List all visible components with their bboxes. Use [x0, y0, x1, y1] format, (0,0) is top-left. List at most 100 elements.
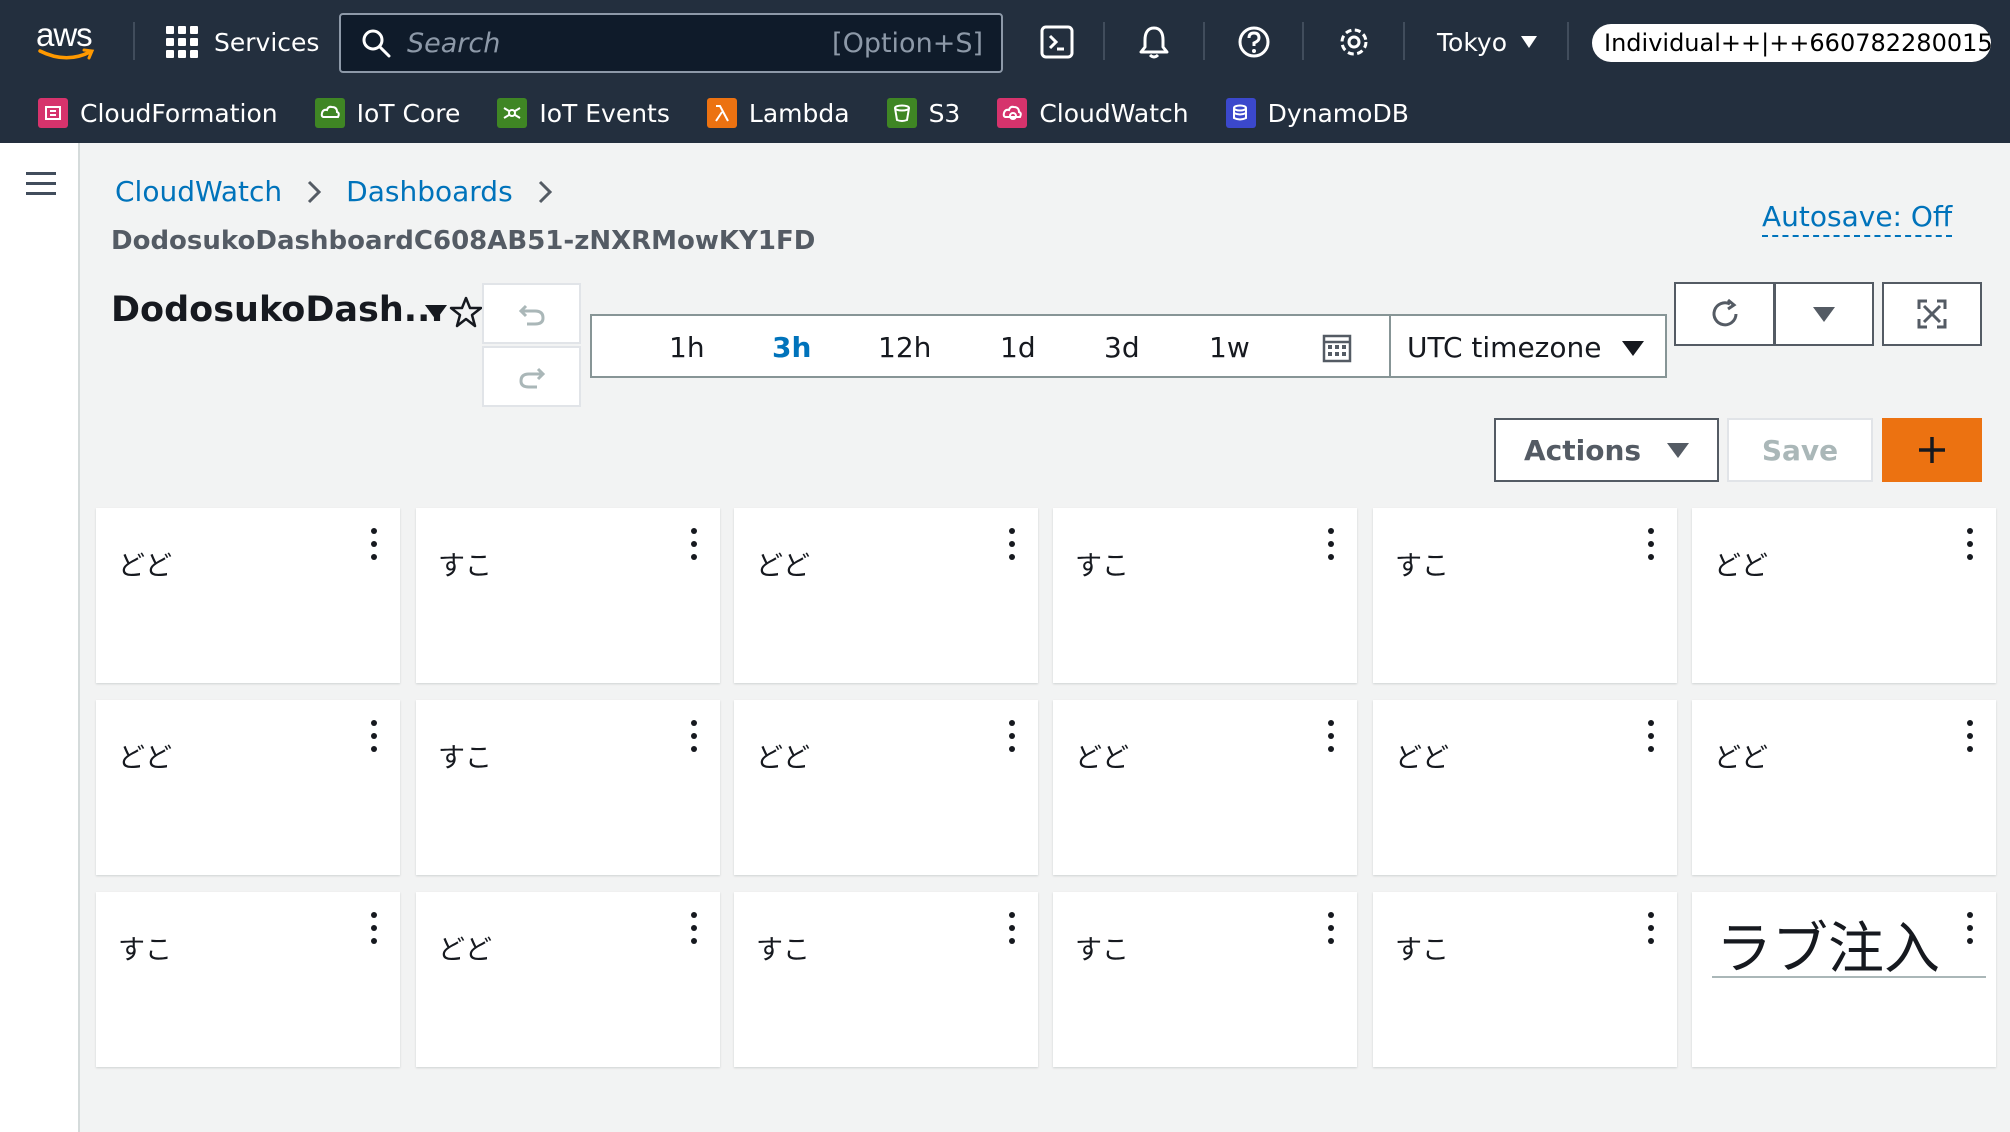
help-button[interactable] [1234, 22, 1274, 62]
dashboard-widget[interactable]: どど [734, 508, 1038, 683]
favorite-s3[interactable]: S3 [886, 98, 961, 128]
favorites-bar: CloudFormation IoT Core IoT Events Lambd… [0, 90, 1446, 136]
account-menu-button[interactable]: Individual++|++660782280015 [1592, 24, 1993, 62]
more-options-icon[interactable] [1966, 912, 1974, 944]
hamburger-menu-icon[interactable] [26, 172, 56, 198]
dashboard-widget[interactable]: どど [1692, 700, 1996, 875]
favorite-lambda[interactable]: Lambda [706, 98, 850, 128]
time-range-3d[interactable]: 3d [1104, 331, 1140, 364]
dashboard-widget[interactable]: どど [1692, 508, 1996, 683]
dashboard-widget[interactable]: どど [734, 700, 1038, 875]
add-widget-button[interactable] [1882, 418, 1982, 482]
actions-dropdown-button[interactable]: Actions [1494, 418, 1719, 482]
time-range-selector: 1h 3h 12h 1d 3d 1w UTC timezone [590, 314, 1667, 378]
calendar-icon[interactable] [1322, 333, 1352, 363]
more-options-icon[interactable] [370, 528, 378, 560]
dashboard-widget[interactable]: すこ [1053, 892, 1357, 1067]
breadcrumb-dashboards[interactable]: Dashboards [346, 175, 513, 208]
dashboard-widget[interactable]: すこ [416, 700, 720, 875]
time-range-1h[interactable]: 1h [669, 331, 705, 364]
more-options-icon[interactable] [1647, 912, 1655, 944]
widget-text: すこ [118, 935, 172, 966]
region-selector[interactable]: Tokyo [1437, 22, 1537, 62]
settings-button[interactable] [1334, 22, 1374, 62]
more-options-icon[interactable] [690, 528, 698, 560]
fullscreen-icon [1917, 299, 1947, 329]
favorite-label: Lambda [748, 98, 850, 128]
breadcrumb: CloudWatch Dashboards [115, 175, 577, 208]
widget-text: どど [1714, 743, 1768, 774]
more-options-icon[interactable] [370, 912, 378, 944]
search-input[interactable]: Search [Option+S] [339, 13, 1003, 73]
favorite-dynamodb[interactable]: DynamoDB [1225, 98, 1409, 128]
fullscreen-button[interactable] [1882, 282, 1982, 346]
dashboard-widget[interactable]: どど [1053, 700, 1357, 875]
time-range-12h[interactable]: 12h [878, 331, 931, 364]
more-options-icon[interactable] [1327, 528, 1335, 560]
nav-primary-row: aws Services Search [Option+S] Tokyo Ind… [0, 0, 2010, 80]
nav-divider [133, 22, 135, 60]
more-options-icon[interactable] [1966, 720, 1974, 752]
time-range-3h[interactable]: 3h [772, 331, 811, 364]
cloudshell-button[interactable] [1037, 22, 1077, 62]
dashboard-widget[interactable]: どど [416, 892, 720, 1067]
refresh-button[interactable] [1674, 282, 1775, 346]
autosave-toggle[interactable]: Autosave: Off [1762, 200, 1953, 237]
dashboard-widget[interactable]: すこ [1373, 892, 1677, 1067]
more-options-icon[interactable] [1008, 720, 1016, 752]
redo-button[interactable] [482, 346, 581, 407]
dashboard-widget[interactable]: すこ [1053, 508, 1357, 683]
dashboard-widget[interactable]: すこ [96, 892, 400, 1067]
chevron-down-icon [1813, 306, 1835, 322]
more-options-icon[interactable] [1008, 912, 1016, 944]
favorite-label: CloudWatch [1039, 98, 1189, 128]
more-options-icon[interactable] [690, 912, 698, 944]
favorite-iot-events[interactable]: IoT Events [497, 98, 670, 128]
chevron-right-icon [538, 180, 552, 203]
favorite-label: S3 [928, 98, 961, 128]
more-options-icon[interactable] [1008, 528, 1016, 560]
save-button[interactable]: Save [1727, 418, 1873, 482]
services-menu-button[interactable]: Services [166, 22, 319, 62]
account-label: Individual++|++660782280015 [1604, 29, 1993, 57]
cloudformation-icon [38, 98, 68, 128]
dashboard-widget[interactable]: どど [96, 508, 400, 683]
help-icon [1238, 26, 1270, 58]
widget-text: どど [438, 935, 492, 966]
dashboard-widget[interactable]: すこ [1373, 508, 1677, 683]
favorite-iot-core[interactable]: IoT Core [314, 98, 460, 128]
timezone-select[interactable]: UTC timezone [1407, 331, 1601, 364]
widget-text: すこ [756, 935, 810, 966]
more-options-icon[interactable] [1966, 528, 1974, 560]
favorite-cloudwatch[interactable]: CloudWatch [997, 98, 1189, 128]
more-options-icon[interactable] [370, 720, 378, 752]
more-options-icon[interactable] [1327, 720, 1335, 752]
time-range-1w[interactable]: 1w [1209, 331, 1250, 364]
dashboard-widget[interactable]: ラブ注入 [1692, 892, 1996, 1067]
more-options-icon[interactable] [1327, 912, 1335, 944]
dashboard-widget[interactable]: どど [96, 700, 400, 875]
dashboard-widget[interactable]: すこ [734, 892, 1038, 1067]
widget-text: どど [118, 743, 172, 774]
dashboard-widget[interactable]: すこ [416, 508, 720, 683]
more-options-icon[interactable] [1647, 720, 1655, 752]
undo-icon [518, 304, 545, 325]
region-label: Tokyo [1437, 27, 1507, 57]
breadcrumb-cloudwatch[interactable]: CloudWatch [115, 175, 282, 208]
widget-text: すこ [438, 551, 492, 582]
widget-text: すこ [1395, 935, 1449, 966]
dashboard-switcher-caret-icon[interactable] [425, 305, 447, 320]
favorite-cloudformation[interactable]: CloudFormation [38, 98, 278, 128]
more-options-icon[interactable] [1647, 528, 1655, 560]
more-options-icon[interactable] [690, 720, 698, 752]
dashboard-widget[interactable]: どど [1373, 700, 1677, 875]
actions-label: Actions [1523, 433, 1642, 467]
aws-logo[interactable]: aws [34, 18, 100, 66]
notifications-button[interactable] [1134, 22, 1174, 62]
nav-divider [1103, 22, 1105, 60]
undo-button[interactable] [482, 283, 581, 344]
refresh-options-button[interactable] [1774, 282, 1874, 346]
time-range-1d[interactable]: 1d [1000, 331, 1036, 364]
chevron-down-icon [1667, 442, 1690, 458]
star-favorite-icon[interactable] [449, 295, 483, 329]
